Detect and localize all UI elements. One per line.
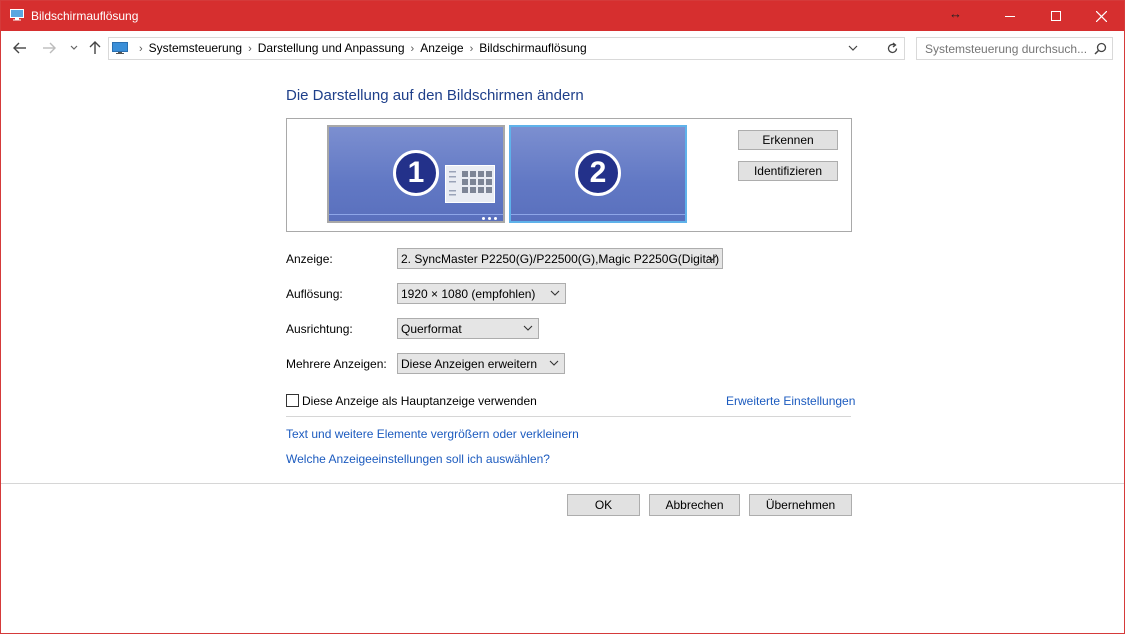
divider — [286, 416, 851, 417]
resolution-label: Auflösung: — [286, 287, 343, 301]
chevron-down-icon[interactable] — [847, 43, 859, 53]
orientation-select[interactable]: Querformat — [397, 318, 539, 339]
display-label: Anzeige: — [286, 252, 333, 266]
recent-locations-button[interactable] — [66, 40, 82, 56]
advanced-settings-link[interactable]: Erweiterte Einstellungen — [726, 394, 855, 408]
search-box — [916, 37, 1113, 60]
cancel-button[interactable]: Abbrechen — [649, 494, 740, 516]
monitor-arrangement-panel: 1 2 Erkennen Identifizieren — [286, 118, 852, 232]
resolution-select[interactable]: 1920 × 1080 (empfohlen) — [397, 283, 566, 304]
multiple-displays-select[interactable]: Diese Anzeigen erweitern — [397, 353, 565, 374]
breadcrumb-separator-icon: › — [139, 43, 143, 55]
display-settings-help-link[interactable]: Welche Anzeigeeinstellungen soll ich aus… — [286, 452, 550, 466]
window-preview-icon — [449, 171, 492, 196]
minimize-button[interactable] — [987, 1, 1033, 31]
breadcrumb-separator-icon[interactable]: › — [248, 43, 252, 55]
taskbar-line — [511, 214, 685, 215]
back-button[interactable] — [12, 40, 28, 56]
title-bar: Bildschirmauflösung ↔ — [1, 1, 1124, 31]
identify-button[interactable]: Identifizieren — [738, 161, 838, 181]
resize-cursor-icon: ↔ — [949, 6, 962, 21]
maximize-button[interactable] — [1033, 1, 1079, 31]
search-input[interactable] — [917, 38, 1095, 59]
arrow-right-icon — [43, 42, 56, 54]
multiple-displays-label: Mehrere Anzeigen: — [286, 357, 387, 371]
resolution-select-value: 1920 × 1080 (empfohlen) — [401, 287, 536, 301]
monitor-number-badge: 1 — [393, 150, 439, 196]
monitor-icon — [10, 9, 24, 21]
orientation-label: Ausrichtung: — [286, 322, 353, 336]
address-bar[interactable]: › Systemsteuerung › Darstellung und Anpassu… — [108, 37, 884, 60]
refresh-icon — [887, 42, 898, 54]
chevron-down-icon — [707, 255, 717, 261]
breadcrumb-item-darstellung[interactable]: Darstellung und Anpassung — [258, 41, 405, 55]
main-display-checkbox[interactable] — [286, 394, 299, 407]
taskbar-line — [329, 214, 503, 215]
monitor-1[interactable]: 1 — [327, 125, 505, 223]
text-size-link[interactable]: Text und weitere Elemente vergrößern ode… — [286, 427, 579, 441]
orientation-select-value: Querformat — [401, 322, 462, 336]
breadcrumb: › Systemsteuerung › Darstellung und Anpassu… — [133, 41, 587, 55]
up-button[interactable] — [87, 40, 103, 56]
close-icon — [1095, 10, 1107, 22]
refresh-button[interactable] — [882, 37, 905, 60]
minimize-icon — [1005, 16, 1015, 17]
arrow-up-icon — [89, 41, 101, 54]
search-icon[interactable] — [1094, 42, 1107, 55]
navigation-bar: › Systemsteuerung › Darstellung und Anpassu… — [1, 32, 1124, 64]
control-panel-icon — [112, 42, 128, 54]
taskbar-dots-icon — [482, 217, 497, 220]
breadcrumb-item-systemsteuerung[interactable]: Systemsteuerung — [149, 41, 242, 55]
close-button[interactable] — [1078, 1, 1124, 31]
maximize-icon — [1051, 11, 1061, 21]
apply-button[interactable]: Übernehmen — [749, 494, 852, 516]
display-select[interactable]: 2. SyncMaster P2250(G)/P22500(G),Magic P… — [397, 248, 723, 269]
chevron-down-icon — [70, 45, 78, 50]
chevron-down-icon — [523, 325, 533, 331]
control-panel-window-icon — [445, 165, 495, 203]
detect-button[interactable]: Erkennen — [738, 130, 838, 150]
ok-button[interactable]: OK — [567, 494, 640, 516]
monitor-number-badge: 2 — [575, 150, 621, 196]
chevron-down-icon — [549, 360, 559, 366]
breadcrumb-item-bildschirmaufloesung[interactable]: Bildschirmauflösung — [479, 41, 586, 55]
breadcrumb-separator-icon[interactable]: › — [411, 43, 415, 55]
chevron-down-icon — [550, 290, 560, 296]
display-select-value: 2. SyncMaster P2250(G)/P22500(G),Magic P… — [401, 252, 720, 266]
forward-button[interactable] — [41, 40, 57, 56]
breadcrumb-separator-icon[interactable]: › — [470, 43, 474, 55]
arrow-left-icon — [13, 42, 26, 54]
page-title: Die Darstellung auf den Bildschirmen änd… — [286, 87, 584, 104]
breadcrumb-item-anzeige[interactable]: Anzeige — [420, 41, 463, 55]
multiple-displays-select-value: Diese Anzeigen erweitern — [401, 357, 538, 371]
monitor-2[interactable]: 2 — [509, 125, 687, 223]
main-display-checkbox-label[interactable]: Diese Anzeige als Hauptanzeige verwenden — [302, 394, 537, 408]
window-title: Bildschirmauflösung — [31, 9, 139, 23]
footer-divider — [1, 483, 1124, 484]
display-resolution-window: Bildschirmauflösung ↔ › Systemsteuerung … — [0, 0, 1125, 634]
